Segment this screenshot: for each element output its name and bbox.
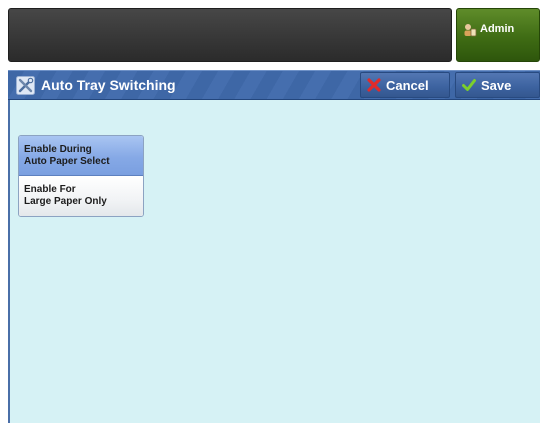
save-label: Save — [481, 77, 512, 93]
option-label-line2: Large Paper Only — [24, 196, 107, 207]
message-bar — [8, 8, 452, 62]
option-list: Enable During Auto Paper Select Enable F… — [18, 135, 144, 217]
cancel-button[interactable]: Cancel — [360, 72, 450, 98]
green-check-icon — [462, 78, 476, 92]
option-label-line1: Enable During — [24, 144, 92, 155]
tools-icon — [16, 76, 35, 95]
option-label-line1: Enable For — [24, 184, 76, 195]
option-label-line2: Auto Paper Select — [24, 156, 110, 167]
admin-button[interactable]: Admin — [456, 8, 540, 62]
admin-user-icon — [463, 23, 477, 37]
option-enable-for-large-paper-only[interactable]: Enable For Large Paper Only — [19, 176, 143, 216]
save-button[interactable]: Save — [455, 72, 540, 98]
cancel-label: Cancel — [386, 77, 429, 93]
option-enable-during-auto-paper-select[interactable]: Enable During Auto Paper Select — [19, 136, 143, 176]
red-x-icon — [367, 78, 381, 92]
page-title: Auto Tray Switching — [41, 77, 176, 93]
admin-label: Admin — [480, 23, 515, 35]
